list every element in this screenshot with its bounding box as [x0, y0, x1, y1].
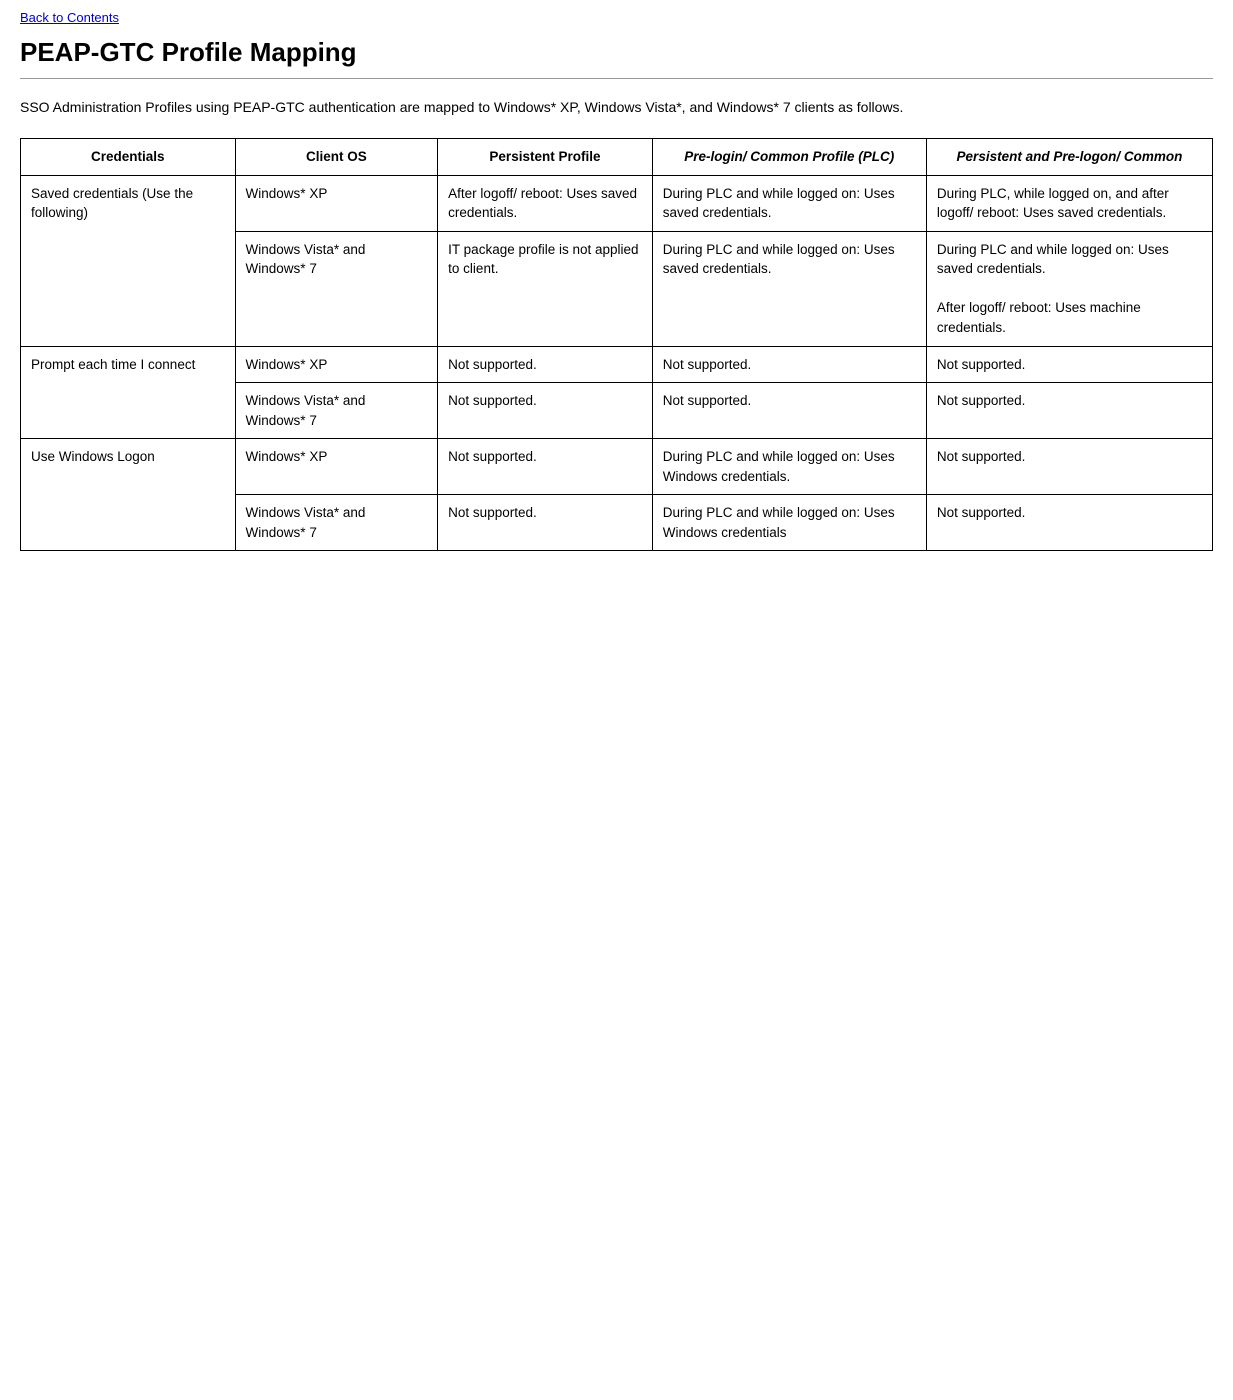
header-pplc: Persistent and Pre-logon/ Common: [926, 139, 1212, 176]
intro-paragraph: SSO Administration Profiles using PEAP-G…: [20, 97, 1213, 118]
header-plc: Pre-login/ Common Profile (PLC): [652, 139, 926, 176]
cell-pp: Not supported.: [438, 346, 653, 383]
back-to-contents-link[interactable]: Back to Contents: [20, 10, 1213, 25]
cell-os: Windows* XP: [235, 175, 438, 231]
cell-plc: Not supported.: [652, 383, 926, 439]
cell-credential: Use Windows Logon: [21, 439, 236, 551]
cell-plc: Not supported.: [652, 346, 926, 383]
page-title: PEAP-GTC Profile Mapping: [20, 37, 1213, 68]
header-persistent-profile: Persistent Profile: [438, 139, 653, 176]
table-row: Use Windows LogonWindows* XPNot supporte…: [21, 439, 1213, 495]
header-client-os: Client OS: [235, 139, 438, 176]
cell-os: Windows Vista* and Windows* 7: [235, 383, 438, 439]
cell-plc: During PLC and while logged on: Uses sav…: [652, 231, 926, 346]
table-row: Saved credentials (Use the following)Win…: [21, 175, 1213, 231]
cell-credential: Saved credentials (Use the following): [21, 175, 236, 346]
cell-pplc: Not supported.: [926, 439, 1212, 495]
cell-pplc: During PLC, while logged on, and after l…: [926, 175, 1212, 231]
cell-plc: During PLC and while logged on: Uses Win…: [652, 495, 926, 551]
profile-mapping-table: Credentials Client OS Persistent Profile…: [20, 138, 1213, 551]
cell-plc: During PLC and while logged on: Uses Win…: [652, 439, 926, 495]
cell-os: Windows Vista* and Windows* 7: [235, 495, 438, 551]
cell-pp: IT package profile is not applied to cli…: [438, 231, 653, 346]
cell-pplc: Not supported.: [926, 495, 1212, 551]
cell-credential: Prompt each time I connect: [21, 346, 236, 439]
cell-pplc: During PLC and while logged on: Uses sav…: [926, 231, 1212, 346]
cell-plc: During PLC and while logged on: Uses sav…: [652, 175, 926, 231]
cell-os: Windows* XP: [235, 346, 438, 383]
cell-pp: Not supported.: [438, 439, 653, 495]
cell-pp: Not supported.: [438, 495, 653, 551]
cell-pplc: Not supported.: [926, 383, 1212, 439]
cell-pplc: Not supported.: [926, 346, 1212, 383]
cell-pp: After logoff/ reboot: Uses saved credent…: [438, 175, 653, 231]
cell-os: Windows Vista* and Windows* 7: [235, 231, 438, 346]
table-row: Prompt each time I connectWindows* XPNot…: [21, 346, 1213, 383]
header-credentials: Credentials: [21, 139, 236, 176]
cell-os: Windows* XP: [235, 439, 438, 495]
cell-pp: Not supported.: [438, 383, 653, 439]
divider: [20, 78, 1213, 79]
